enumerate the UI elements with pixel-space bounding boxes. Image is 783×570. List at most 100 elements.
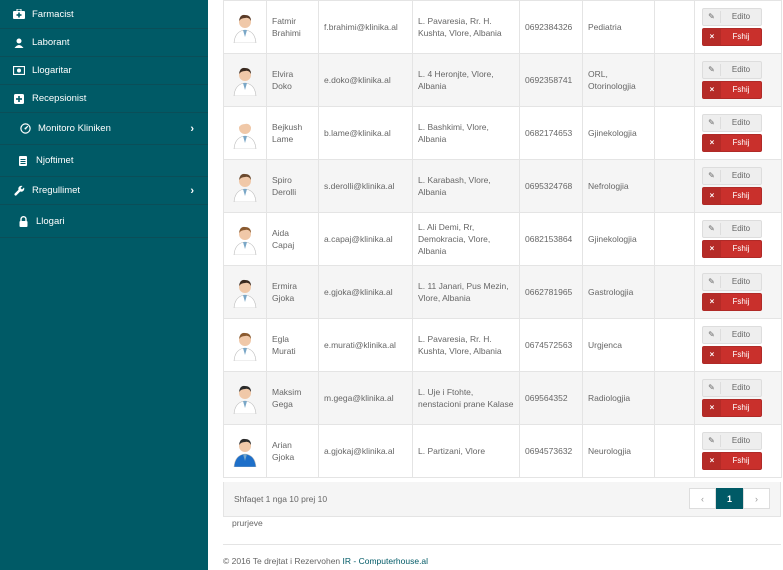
actions-cell: ✎ Edito × Fshij [694, 424, 782, 478]
edit-button[interactable]: ✎ Edito [702, 379, 762, 397]
doctor-phone: 0692384326 [519, 0, 583, 54]
avatar-cell [223, 53, 267, 107]
avatar-cell [223, 106, 267, 160]
edit-button[interactable]: ✎ Edito [702, 432, 762, 450]
edit-button-label: Edito [731, 171, 751, 180]
doctor-email: f.brahimi@klinika.al [318, 0, 413, 54]
table-row: Bejkush Lame b.lame@klinika.al L. Bashkimi… [223, 106, 782, 160]
medkit-icon [12, 8, 26, 20]
copyright-text: © 2016 Te drejtat i Rezervohen [223, 556, 341, 566]
delete-button[interactable]: × Fshij [702, 399, 762, 417]
doctor-department: Neurologjia [582, 424, 655, 478]
pencil-icon: ✎ [703, 382, 721, 394]
actions-cell: ✎ Edito × Fshij [694, 53, 782, 107]
table-row: Fatmir Brahimi f.brahimi@klinika.al L. Pav… [223, 0, 782, 54]
doctor-name: Ermira Gjoka [266, 265, 319, 319]
chevron-right-icon: › [190, 122, 194, 135]
doctor-phone: 0662781965 [519, 265, 583, 319]
delete-button[interactable]: × Fshij [702, 28, 762, 46]
edit-button[interactable]: ✎ Edito [702, 114, 762, 132]
avatar [233, 14, 257, 43]
avatar-cell [223, 424, 267, 478]
doctor-email: a.gjokaj@klinika.al [318, 424, 413, 478]
delete-button[interactable]: × Fshij [702, 187, 762, 205]
sidebar-item-label: Monitoro Kliniken [38, 123, 111, 134]
edit-button-label: Edito [731, 12, 751, 21]
delete-button[interactable]: × Fshij [702, 240, 762, 258]
doctor-name: Elvira Doko [266, 53, 319, 107]
pencil-icon: ✎ [703, 276, 721, 288]
plus-square-icon [12, 93, 26, 105]
main-content: Fatmir Brahimi f.brahimi@klinika.al L. Pav… [208, 0, 783, 570]
close-icon: × [703, 294, 721, 310]
pagination-prev-button[interactable]: ‹ [689, 488, 716, 509]
sidebar-item-laborant[interactable]: Laborant [0, 29, 208, 57]
avatar-cell [223, 371, 267, 425]
delete-button[interactable]: × Fshij [702, 134, 762, 152]
pencil-icon: ✎ [703, 170, 721, 182]
pencil-icon: ✎ [703, 329, 721, 341]
edit-button[interactable]: ✎ Edito [702, 167, 762, 185]
table-row: Egla Murati e.murati@klinika.al L. Pavares… [223, 318, 782, 372]
doctor-name: Maksim Gega [266, 371, 319, 425]
table-row: Spiro Derolli s.derolli@klinika.al L. Kara… [223, 159, 782, 213]
pagination-next-button[interactable]: › [743, 488, 770, 509]
close-icon: × [703, 347, 721, 363]
avatar [233, 226, 257, 255]
doctor-department: ORL, Otorinologjia [582, 53, 655, 107]
close-icon: × [703, 82, 721, 98]
edit-button[interactable]: ✎ Edito [702, 326, 762, 344]
avatar [233, 332, 257, 361]
empty-cell [654, 106, 695, 160]
delete-button[interactable]: × Fshij [702, 293, 762, 311]
doctor-address: L. Partizani, Vlore [412, 424, 520, 478]
pencil-icon: ✎ [703, 64, 721, 76]
edit-button[interactable]: ✎ Edito [702, 8, 762, 26]
delete-button[interactable]: × Fshij [702, 81, 762, 99]
avatar-cell [223, 159, 267, 213]
doctor-email: s.derolli@klinika.al [318, 159, 413, 213]
doctor-address: L. Bashkimi, Vlore, Albania [412, 106, 520, 160]
table-footer: Shfaqet 1 nga 10 prej 10 ‹ 1 › [223, 482, 781, 517]
delete-button-label: Fshij [732, 244, 750, 253]
doctor-address: L. 4 Heronjte, Vlore, Albania [412, 53, 520, 107]
sidebar-item-monitoro-kliniken[interactable]: Monitoro Kliniken › [0, 113, 208, 145]
delete-button[interactable]: × Fshij [702, 346, 762, 364]
avatar [233, 385, 257, 414]
empty-cell [654, 0, 695, 54]
sidebar-item-recepsionist[interactable]: Recepsionist [0, 85, 208, 113]
sidebar-item-rregullimet[interactable]: Rregullimet › [0, 177, 208, 205]
delete-button-label: Fshij [732, 85, 750, 94]
doctor-name: Egla Murati [266, 318, 319, 372]
sidebar-item-llogaritar[interactable]: Llogaritar [0, 57, 208, 85]
sidebar-item-farmacist[interactable]: Farmacist [0, 0, 208, 29]
doctor-phone: 0674572563 [519, 318, 583, 372]
divider [223, 544, 781, 545]
delete-button-label: Fshij [732, 191, 750, 200]
delete-button[interactable]: × Fshij [702, 452, 762, 470]
actions-cell: ✎ Edito × Fshij [694, 371, 782, 425]
doctor-email: e.murati@klinika.al [318, 318, 413, 372]
actions-cell: ✎ Edito × Fshij [694, 106, 782, 160]
empty-cell [654, 265, 695, 319]
doctor-department: Pediatria [582, 0, 655, 54]
edit-button[interactable]: ✎ Edito [702, 273, 762, 291]
doctor-email: e.doko@klinika.al [318, 53, 413, 107]
table-row: Aida Capaj a.capaj@klinika.al L. Ali Demi,… [223, 212, 782, 266]
sidebar-item-llogari[interactable]: Llogari [0, 205, 208, 238]
edit-button-label: Edito [731, 383, 751, 392]
doctor-email: e.gjoka@klinika.al [318, 265, 413, 319]
sidebar-item-njoftimet[interactable]: Njoftimet [0, 145, 208, 177]
doctor-phone: 0682174653 [519, 106, 583, 160]
doctor-department: Gjinekologjia [582, 106, 655, 160]
pagination-page-1[interactable]: 1 [716, 488, 743, 509]
delete-button-label: Fshij [732, 32, 750, 41]
empty-cell [654, 371, 695, 425]
actions-cell: ✎ Edito × Fshij [694, 159, 782, 213]
actions-cell: ✎ Edito × Fshij [694, 265, 782, 319]
doctor-email: m.gega@klinika.al [318, 371, 413, 425]
table-row: Ermira Gjoka e.gjoka@klinika.al L. 11 Jana… [223, 265, 782, 319]
edit-button[interactable]: ✎ Edito [702, 61, 762, 79]
copyright-link[interactable]: IR - Computerhouse.al [343, 556, 429, 566]
edit-button[interactable]: ✎ Edito [702, 220, 762, 238]
